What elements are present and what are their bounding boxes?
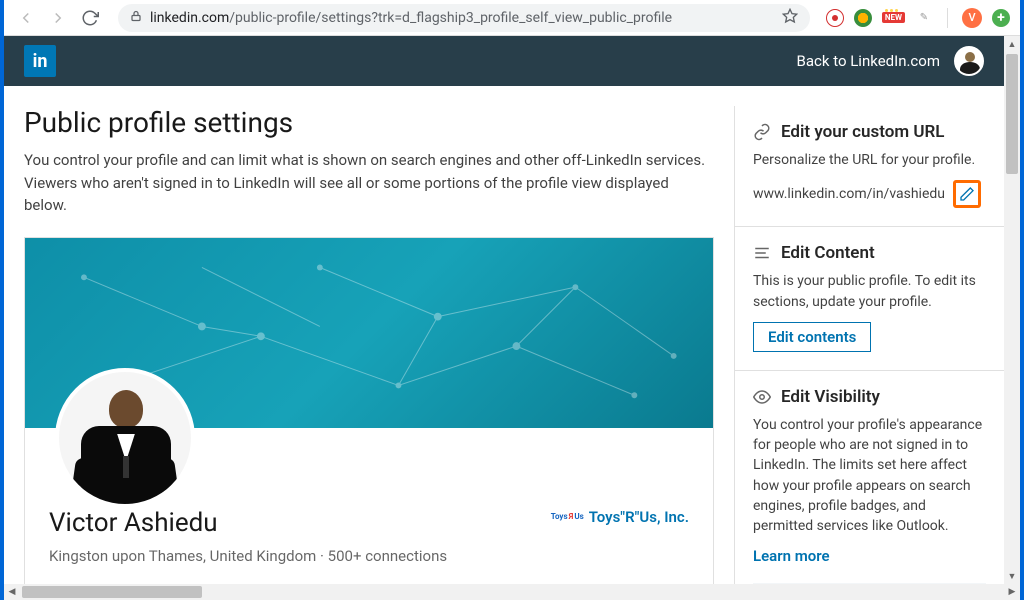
extension-icons: NEW ✎ V + bbox=[826, 8, 1010, 28]
company-logo: ToysЯUs bbox=[551, 510, 581, 524]
profile-card: Victor Ashiedu Kingston upon Thames, Uni… bbox=[24, 237, 714, 585]
header-avatar[interactable] bbox=[954, 46, 984, 76]
link-icon bbox=[753, 123, 771, 141]
linkedin-logo[interactable]: in bbox=[24, 45, 56, 77]
edit-url-button[interactable] bbox=[953, 180, 981, 208]
visibility-desc: You control your profile's appearance fo… bbox=[753, 415, 986, 537]
vertical-scrollbar[interactable]: ▲ ▼ bbox=[1004, 36, 1020, 584]
reload-button[interactable] bbox=[78, 6, 102, 30]
forward-button[interactable] bbox=[46, 6, 70, 30]
visibility-title: Edit Visibility bbox=[781, 387, 880, 407]
extension-icon[interactable] bbox=[826, 9, 844, 27]
address-bar[interactable]: linkedin.com/public-profile/settings?trk… bbox=[118, 4, 810, 32]
bookmark-star-icon[interactable] bbox=[782, 8, 798, 28]
learn-more-link[interactable]: Learn more bbox=[753, 547, 986, 565]
back-to-linkedin-link[interactable]: Back to LinkedIn.com bbox=[797, 52, 940, 70]
edit-content-section: Edit Content This is your public profile… bbox=[735, 227, 1004, 371]
eye-icon bbox=[753, 388, 771, 406]
sidebar: Edit your custom URL Personalize the URL… bbox=[734, 106, 1004, 584]
custom-url-desc: Personalize the URL for your profile. bbox=[753, 150, 986, 170]
page-viewport: in Back to LinkedIn.com Public profile s… bbox=[4, 36, 1004, 584]
url-text: linkedin.com/public-profile/settings?trk… bbox=[150, 10, 774, 26]
scroll-down-arrow[interactable]: ▼ bbox=[1004, 568, 1020, 584]
profile-location: Kingston upon Thames, United Kingdom · 5… bbox=[49, 544, 689, 568]
scroll-thumb[interactable] bbox=[22, 586, 202, 598]
edit-content-desc: This is your public profile. To edit its… bbox=[753, 271, 986, 312]
scroll-thumb[interactable] bbox=[1006, 54, 1018, 174]
linkedin-header: in Back to LinkedIn.com bbox=[4, 36, 1004, 86]
extension-add-icon[interactable]: + bbox=[992, 9, 1010, 27]
custom-url-title: Edit your custom URL bbox=[781, 122, 944, 142]
custom-url-value: www.linkedin.com/in/vashiedu bbox=[753, 186, 945, 202]
company-name: Toys"R"Us, Inc. bbox=[589, 508, 689, 526]
scroll-right-arrow[interactable]: ▶ bbox=[1004, 584, 1020, 600]
browser-toolbar: linkedin.com/public-profile/settings?trk… bbox=[4, 0, 1020, 36]
edit-content-title: Edit Content bbox=[781, 243, 875, 263]
back-button[interactable] bbox=[14, 6, 38, 30]
page-title: Public profile settings bbox=[24, 106, 714, 139]
scroll-up-arrow[interactable]: ▲ bbox=[1004, 36, 1020, 52]
list-icon bbox=[753, 244, 771, 262]
scroll-left-arrow[interactable]: ◀ bbox=[4, 584, 20, 600]
edit-contents-button[interactable]: Edit contents bbox=[753, 322, 871, 352]
extension-icon[interactable] bbox=[854, 9, 872, 27]
new-badge-icon[interactable]: NEW bbox=[882, 12, 905, 23]
custom-url-section: Edit your custom URL Personalize the URL… bbox=[735, 106, 1004, 227]
page-description: You control your profile and can limit w… bbox=[24, 149, 714, 217]
profile-company[interactable]: ToysЯUs Toys"R"Us, Inc. bbox=[551, 508, 689, 526]
lock-icon bbox=[130, 8, 142, 27]
edit-visibility-section: Edit Visibility You control your profile… bbox=[735, 371, 1004, 583]
extension-icon[interactable]: ✎ bbox=[915, 9, 933, 27]
horizontal-scrollbar[interactable]: ◀ ▶ bbox=[4, 584, 1020, 600]
divider bbox=[947, 8, 948, 28]
browser-profile-avatar[interactable]: V bbox=[962, 8, 982, 28]
